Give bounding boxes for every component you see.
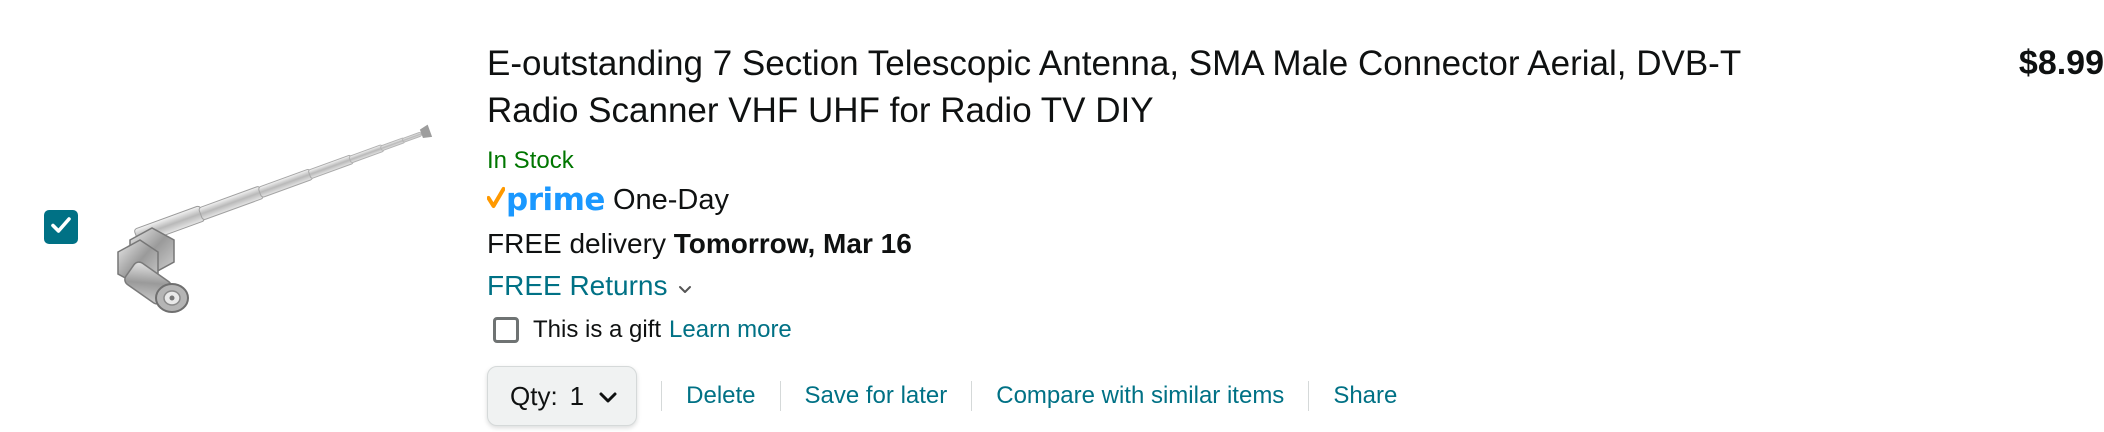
item-price: $8.99 bbox=[2018, 44, 2104, 82]
gift-option: This is a gift Learn more bbox=[487, 312, 1747, 348]
gift-learn-more-link[interactable]: Learn more bbox=[669, 316, 792, 344]
quantity-label: Qty: bbox=[510, 380, 558, 411]
delivery-prefix: FREE delivery bbox=[487, 228, 666, 259]
select-item-checkbox[interactable] bbox=[44, 210, 78, 244]
prime-logo-text: prime bbox=[506, 182, 605, 218]
quantity-value: 1 bbox=[569, 380, 585, 411]
compare-similar-link[interactable]: Compare with similar items bbox=[996, 382, 1284, 410]
delivery-info: FREE delivery Tomorrow, Mar 16 bbox=[487, 226, 1747, 262]
prime-logo: prime bbox=[486, 182, 605, 218]
item-actions: Qty: 1 Delete Save for later Compare wit… bbox=[487, 366, 1747, 426]
cart-item-details: E-outstanding 7 Section Telescopic Anten… bbox=[486, 40, 1747, 426]
product-title-link[interactable]: E-outstanding 7 Section Telescopic Anten… bbox=[487, 40, 1747, 134]
delete-link[interactable]: Delete bbox=[686, 382, 755, 410]
gift-checkbox[interactable] bbox=[493, 317, 519, 343]
checkmark-icon bbox=[50, 214, 72, 241]
prime-speed: One-Day bbox=[612, 183, 729, 216]
save-for-later-link[interactable]: Save for later bbox=[805, 382, 948, 410]
stock-status: In Stock bbox=[487, 147, 574, 174]
product-image[interactable] bbox=[96, 122, 466, 322]
divider bbox=[661, 381, 663, 411]
chevron-down-icon bbox=[584, 381, 618, 412]
divider bbox=[1308, 381, 1310, 411]
chevron-down-icon bbox=[668, 268, 692, 304]
divider bbox=[779, 381, 781, 411]
gift-label: This is a gift bbox=[533, 316, 662, 343]
share-link[interactable]: Share bbox=[1333, 382, 1397, 410]
free-returns-label: FREE Returns bbox=[487, 270, 668, 301]
delivery-date: Tomorrow, Mar 16 bbox=[673, 228, 912, 259]
quantity-dropdown[interactable]: Qty: 1 bbox=[487, 366, 638, 426]
prime-check-icon bbox=[486, 186, 506, 215]
prime-badge: prime One-Day bbox=[486, 180, 1747, 220]
divider bbox=[971, 381, 973, 411]
free-returns-link[interactable]: FREE Returns bbox=[487, 268, 692, 304]
